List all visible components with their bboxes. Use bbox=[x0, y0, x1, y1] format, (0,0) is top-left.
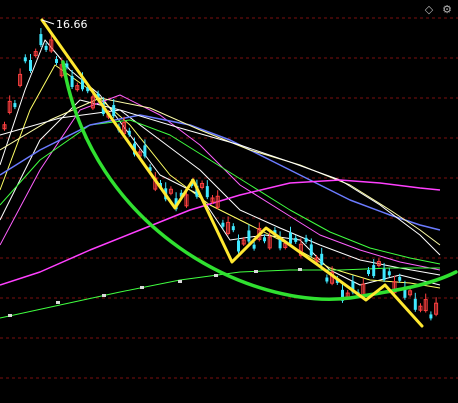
candlestick bbox=[215, 190, 220, 210]
candle-body bbox=[387, 271, 391, 276]
candle-body bbox=[221, 222, 225, 227]
candle-body bbox=[231, 226, 235, 231]
candlestick bbox=[320, 247, 324, 267]
candle-body bbox=[112, 105, 116, 117]
candlestick bbox=[205, 180, 209, 200]
candlestick bbox=[231, 223, 235, 233]
candle-body bbox=[252, 244, 256, 249]
candle-body bbox=[13, 103, 17, 108]
average-marker bbox=[298, 268, 302, 271]
candlestick bbox=[23, 54, 27, 64]
candlestick bbox=[387, 268, 391, 278]
moving-average-line bbox=[0, 114, 441, 231]
diamond-icon[interactable]: ◇ bbox=[422, 2, 436, 16]
candlestick bbox=[372, 259, 376, 279]
candle-body bbox=[367, 270, 370, 274]
candle-body bbox=[29, 60, 32, 71]
candlestick bbox=[39, 28, 43, 48]
candle-body bbox=[429, 314, 433, 319]
candle-body bbox=[289, 232, 292, 244]
moving-average-line bbox=[0, 97, 441, 246]
candlestick bbox=[413, 292, 417, 312]
candle-body bbox=[247, 230, 251, 242]
candle-body bbox=[44, 45, 48, 50]
candle-body bbox=[372, 265, 376, 277]
candlestick bbox=[382, 262, 386, 282]
average-marker bbox=[254, 270, 258, 273]
average-marker bbox=[8, 314, 12, 317]
candlestick bbox=[226, 216, 231, 236]
candle-body bbox=[55, 59, 58, 63]
candlestick bbox=[13, 100, 17, 110]
candlestick bbox=[33, 48, 38, 58]
candlestick bbox=[75, 82, 80, 92]
candlestick bbox=[418, 303, 423, 313]
candlestick bbox=[304, 234, 308, 244]
candlestick bbox=[278, 231, 282, 251]
average-marker bbox=[56, 301, 60, 304]
candle-body bbox=[23, 57, 27, 62]
candle-body bbox=[143, 145, 147, 157]
peak-price-label: 16.66 bbox=[56, 18, 88, 31]
candlestick bbox=[247, 224, 251, 244]
candlestick-chart: 16.66 bbox=[0, 17, 458, 379]
candlestick bbox=[294, 234, 298, 244]
candle-body bbox=[309, 244, 313, 256]
candlestick bbox=[325, 274, 329, 284]
candlestick bbox=[44, 42, 48, 52]
average-marker bbox=[178, 280, 182, 283]
candle-body bbox=[304, 237, 308, 242]
candle-body bbox=[398, 276, 402, 281]
candlestick bbox=[434, 297, 439, 317]
average-marker bbox=[140, 286, 144, 289]
candle-body bbox=[325, 277, 329, 282]
candlestick bbox=[200, 180, 205, 190]
candle-body bbox=[39, 34, 43, 46]
average-marker bbox=[214, 274, 218, 277]
candle-body bbox=[294, 237, 298, 242]
candle-body bbox=[70, 75, 74, 87]
candle-body bbox=[263, 237, 266, 242]
average-marker bbox=[102, 294, 106, 297]
moving-average-line bbox=[0, 119, 441, 265]
candlestick bbox=[29, 54, 32, 73]
candlestick bbox=[55, 56, 58, 65]
settings-icon[interactable]: ⚙ bbox=[440, 2, 454, 16]
candlestick bbox=[112, 99, 116, 119]
candlestick bbox=[168, 186, 173, 196]
candlestick bbox=[376, 258, 381, 268]
candle-body bbox=[65, 63, 69, 68]
candlestick bbox=[18, 68, 23, 88]
candlestick bbox=[237, 234, 240, 254]
candlestick bbox=[429, 311, 433, 321]
candle-body bbox=[320, 253, 324, 265]
chart-window: 16.66 ◇ ⚙ bbox=[0, 0, 458, 403]
candle-body bbox=[127, 130, 131, 135]
candle-body bbox=[237, 240, 240, 252]
candle-body bbox=[413, 298, 417, 310]
candlestick bbox=[2, 121, 7, 131]
candle-body bbox=[382, 268, 386, 280]
trend-line bbox=[40, 18, 424, 328]
candle-body bbox=[205, 186, 209, 198]
candlestick bbox=[423, 293, 428, 313]
